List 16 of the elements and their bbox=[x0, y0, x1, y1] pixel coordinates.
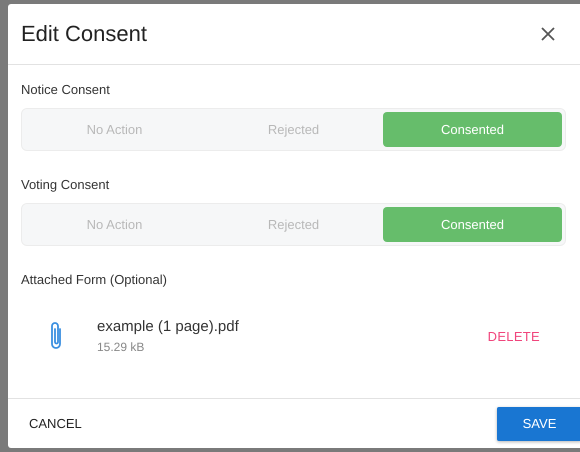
segment-option[interactable]: No Action bbox=[25, 112, 204, 147]
segment-option[interactable]: No Action bbox=[25, 207, 204, 242]
section-label: Voting Consent bbox=[21, 177, 110, 192]
close-icon[interactable] bbox=[540, 26, 556, 42]
section-label: Attached Form (Optional) bbox=[21, 272, 168, 287]
segment-option[interactable]: Consented bbox=[383, 112, 562, 147]
segment-option[interactable]: Rejected bbox=[204, 207, 383, 242]
file-name: example (1 page).pdf bbox=[97, 318, 240, 335]
section-label: Notice Consent bbox=[21, 82, 111, 97]
dialog-title: Edit Consent bbox=[21, 21, 147, 47]
delete-button[interactable]: DELETE bbox=[480, 324, 548, 348]
file-size: 15.29 kB bbox=[97, 340, 146, 354]
segment-option[interactable]: Consented bbox=[383, 207, 562, 242]
cancel-button[interactable]: CANCEL bbox=[21, 410, 90, 437]
segment-option[interactable]: Rejected bbox=[204, 112, 383, 147]
save-button[interactable]: SAVE bbox=[497, 406, 580, 440]
